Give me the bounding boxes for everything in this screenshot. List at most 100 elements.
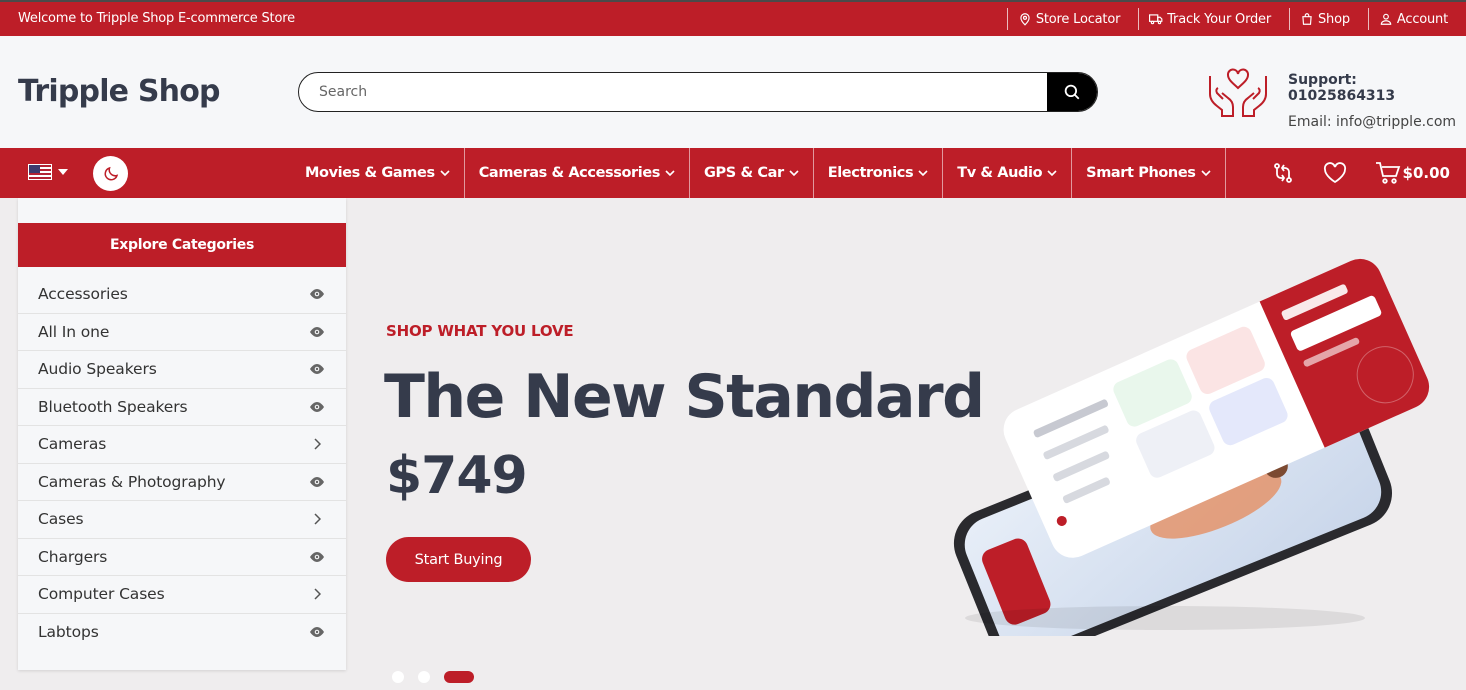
chevron-down-icon	[1047, 170, 1057, 177]
welcome-message: Welcome to Tripple Shop E-commerce Store	[18, 11, 295, 26]
dark-mode-toggle[interactable]	[93, 156, 128, 191]
moon-icon	[104, 166, 118, 180]
category-item[interactable]: Cameras & Photography	[18, 464, 346, 501]
category-label: Accessories	[38, 285, 128, 304]
support-phone: Support: 01025864313	[1288, 72, 1396, 104]
chevron-down-icon	[665, 170, 675, 177]
menu-item-label: Tv & Audio	[957, 165, 1043, 181]
chevron-right-icon	[314, 513, 321, 525]
menu-item-smart-phones[interactable]: Smart Phones	[1072, 148, 1226, 198]
cart-button[interactable]: $0.00	[1375, 161, 1450, 185]
categories-heading: Explore Categories	[18, 223, 346, 267]
category-label: Bluetooth Speakers	[38, 397, 188, 416]
eye-icon	[310, 289, 324, 300]
menu-item-label: Movies & Games	[305, 165, 435, 181]
category-label: Cameras	[38, 435, 107, 454]
menu-item-label: Cameras & Accessories	[478, 165, 661, 181]
menu-item-movies-games[interactable]: Movies & Games	[292, 148, 465, 198]
account-label: Account	[1396, 11, 1448, 27]
search-button[interactable]	[1047, 73, 1097, 111]
user-icon	[1380, 13, 1392, 25]
category-sidebar: Explore Categories Accessories All In on…	[18, 198, 346, 670]
category-label: Labtops	[38, 623, 99, 642]
shop-label: Shop	[1318, 11, 1350, 27]
eye-icon	[310, 551, 324, 562]
track-order-link[interactable]: Track Your Order	[1138, 8, 1289, 30]
category-label: All In one	[38, 322, 110, 341]
header: Tripple Shop Support: 01025864313 Email:…	[0, 36, 1466, 148]
category-menu: Movies & Games Cameras & Accessories GPS…	[292, 148, 1226, 198]
slide-dot-3-active[interactable]	[444, 671, 474, 683]
slide-dot-1[interactable]	[392, 671, 404, 683]
start-buying-button[interactable]: Start Buying	[386, 537, 531, 582]
menu-item-gps-car[interactable]: GPS & Car	[690, 148, 814, 198]
top-bar: Welcome to Tripple Shop E-commerce Store…	[0, 0, 1466, 36]
store-locator-link[interactable]: Store Locator	[1006, 8, 1138, 30]
hero-phone-image	[953, 258, 1430, 636]
category-label: Cases	[38, 510, 84, 529]
shop-link[interactable]: Shop	[1289, 8, 1368, 30]
category-item[interactable]: Accessories	[18, 276, 346, 314]
category-item[interactable]: Labtops	[18, 614, 346, 652]
chevron-down-icon	[1200, 170, 1211, 177]
compare-button[interactable]	[1271, 161, 1295, 185]
category-item[interactable]: Computer Cases	[18, 576, 346, 614]
search-bar	[298, 72, 1098, 112]
menu-item-label: Smart Phones	[1086, 165, 1196, 181]
account-link[interactable]: Account	[1367, 8, 1466, 30]
menu-item-label: GPS & Car	[704, 165, 784, 181]
language-selector[interactable]	[28, 164, 68, 180]
chevron-down-icon	[440, 170, 450, 177]
support-hands-heart-icon	[1209, 68, 1267, 117]
caret-down-icon	[58, 169, 68, 175]
category-item[interactable]: Audio Speakers	[18, 351, 346, 389]
truck-icon	[1149, 14, 1163, 25]
wishlist-button[interactable]	[1323, 162, 1347, 184]
store-locator-label: Store Locator	[1035, 11, 1121, 27]
cart-total: $0.00	[1402, 164, 1450, 182]
eye-icon	[310, 326, 324, 337]
top-links: Store Locator Track Your Order Shop Acco…	[1006, 2, 1466, 36]
chevron-right-icon	[314, 438, 321, 450]
site-logo[interactable]: Tripple Shop	[18, 74, 221, 109]
slider-dots	[392, 671, 474, 683]
category-item[interactable]: All In one	[18, 314, 346, 351]
menu-item-tv-audio[interactable]: Tv & Audio	[943, 148, 1073, 198]
category-list: Accessories All In one Audio Speakers Bl…	[18, 276, 346, 651]
chevron-down-icon	[918, 170, 928, 177]
hero-price: $749	[386, 446, 528, 506]
compare-icon	[1273, 163, 1292, 183]
category-label: Cameras & Photography	[38, 472, 226, 491]
chevron-down-icon	[789, 170, 799, 177]
hero-subtitle: SHOP WHAT YOU LOVE	[386, 322, 574, 340]
eye-icon	[310, 364, 324, 375]
heart-icon	[1323, 162, 1346, 184]
map-pin-icon	[1020, 13, 1030, 26]
menu-item-cameras-accessories[interactable]: Cameras & Accessories	[465, 148, 691, 198]
category-item[interactable]: Cases	[18, 501, 346, 539]
hero-title: The New Standard	[384, 362, 985, 432]
support-email: Email: info@tripple.com	[1288, 114, 1457, 130]
cart-icon	[1375, 162, 1400, 184]
support-info: Support: 01025864313 Email: info@tripple…	[1288, 72, 1466, 130]
shopping-bag-icon	[1302, 13, 1312, 25]
category-item[interactable]: Bluetooth Speakers	[18, 389, 346, 426]
category-label: Audio Speakers	[38, 360, 157, 379]
search-icon	[1064, 84, 1080, 100]
us-flag-icon	[28, 164, 52, 180]
menu-item-label: Electronics	[827, 165, 914, 181]
search-input[interactable]	[299, 73, 1047, 111]
category-label: Chargers	[38, 547, 108, 566]
nav-actions: $0.00	[1271, 148, 1450, 198]
eye-icon	[310, 401, 324, 412]
chevron-right-icon	[314, 588, 321, 600]
category-item[interactable]: Cameras	[18, 426, 346, 464]
eye-icon	[310, 627, 324, 638]
menu-item-electronics[interactable]: Electronics	[814, 148, 944, 198]
category-item[interactable]: Chargers	[18, 539, 346, 576]
track-order-label: Track Your Order	[1167, 11, 1271, 27]
main-nav: Movies & Games Cameras & Accessories GPS…	[0, 148, 1466, 198]
slide-dot-2[interactable]	[418, 671, 430, 683]
category-label: Computer Cases	[38, 585, 165, 604]
eye-icon	[310, 476, 324, 487]
